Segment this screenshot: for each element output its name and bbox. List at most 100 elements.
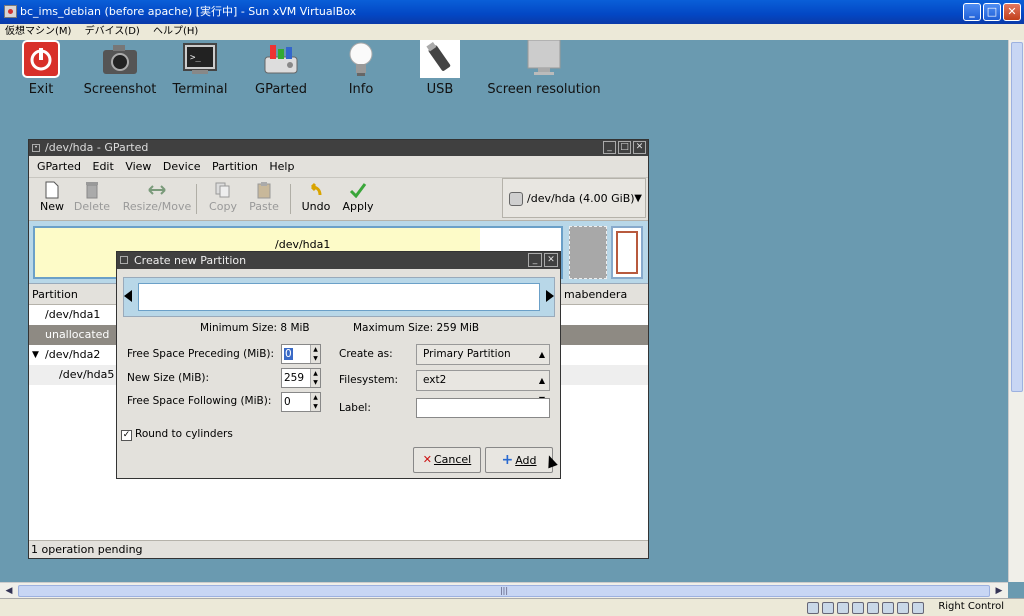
chevron-down-icon: ▼ <box>634 193 642 204</box>
column-flags[interactable]: mabendera <box>560 284 646 305</box>
maximum-size-label: Maximum Size: 259 MiB <box>353 322 480 334</box>
new-size-label: New Size (MiB): <box>127 372 210 384</box>
host-key-label: Right Control <box>938 601 1004 612</box>
spin-arrows-icon[interactable]: ▲ ▼ <box>310 345 320 363</box>
free-following-label: Free Space Following (MiB): <box>127 395 272 407</box>
menu-edit[interactable]: Edit <box>89 156 118 178</box>
menu-help-gparted[interactable]: Help <box>265 156 298 178</box>
free-preceding-label: Free Space Preceding (MiB): <box>127 348 275 360</box>
resize-icon <box>121 180 193 200</box>
expander-icon[interactable]: ▼ <box>32 345 39 365</box>
vbox-horizontal-scrollbar[interactable]: ◀ ||| ▶ <box>0 582 1008 598</box>
menu-view[interactable]: View <box>121 156 155 178</box>
partition-resizer-bar[interactable] <box>138 283 540 311</box>
dialog-close-button[interactable]: ✕ <box>544 253 558 267</box>
scroll-right-icon[interactable]: ▶ <box>992 585 1006 597</box>
gparted-toolbar: New Delete Resize/Move Copy Paste Undo A… <box>29 178 648 221</box>
window-menu-icon[interactable] <box>120 256 128 264</box>
gparted-minimize-button[interactable]: _ <box>603 141 616 154</box>
add-button[interactable]: + Add <box>485 447 553 473</box>
menu-devices[interactable]: デバイス(D) <box>80 24 145 40</box>
partition-block-extended[interactable] <box>611 226 643 279</box>
usb-icon <box>420 40 460 78</box>
paste-button[interactable]: Paste <box>241 180 287 213</box>
create-as-combo[interactable]: Primary Partition ▲▼ <box>416 344 550 378</box>
scroll-left-icon[interactable]: ◀ <box>2 585 16 597</box>
minimize-button[interactable]: _ <box>963 3 981 21</box>
terminal-icon: >_ <box>180 40 220 78</box>
vbox-vertical-scrollbar[interactable] <box>1008 40 1024 582</box>
close-button[interactable]: ✕ <box>1003 3 1021 21</box>
mouse-integration-icon[interactable] <box>897 602 909 614</box>
resize-right-handle-icon[interactable] <box>546 290 554 302</box>
filesystem-combo[interactable]: ext2 ▲▼ <box>416 370 550 404</box>
gparted-window-title: /dev/hda - GParted <box>45 141 149 154</box>
free-preceding-spinbutton[interactable]: 0 ▲ ▼ <box>281 344 321 364</box>
cancel-button[interactable]: ✕ Cancel <box>413 447 481 473</box>
spin-arrows-icon[interactable]: ▲ ▼ <box>310 393 320 411</box>
svg-text:>_: >_ <box>190 53 201 63</box>
desktop-icon-usb[interactable]: USB <box>417 40 463 97</box>
gparted-menubar: GParted Edit View Device Partition Help <box>29 156 648 178</box>
harddisk-status-icon[interactable] <box>807 602 819 614</box>
new-size-spinbutton[interactable]: 259 ▲ ▼ <box>281 368 321 388</box>
device-selector[interactable]: /dev/hda (4.00 GiB) ▼ <box>502 178 646 218</box>
menu-partition[interactable]: Partition <box>208 156 262 178</box>
desktop-icon-gparted[interactable]: GParted <box>248 40 314 97</box>
network-status-icon[interactable] <box>852 602 864 614</box>
cdrom-status-icon[interactable] <box>822 602 834 614</box>
gparted-icon <box>261 40 301 78</box>
delete-button[interactable]: Delete <box>69 180 115 213</box>
desktop-icon-screenshot[interactable]: Screenshot <box>80 40 160 97</box>
paste-icon <box>241 180 287 200</box>
label-label: Label: <box>339 402 371 414</box>
resize-left-handle-icon[interactable] <box>124 290 132 302</box>
free-following-spinbutton[interactable]: 0 ▲ ▼ <box>281 392 321 412</box>
column-partition[interactable]: Partition <box>32 284 78 305</box>
usb-status-icon[interactable] <box>867 602 879 614</box>
camera-icon <box>100 40 140 78</box>
gparted-close-button[interactable]: ✕ <box>633 141 646 154</box>
dialog-title: Create new Partition <box>134 254 247 267</box>
round-to-cylinders-checkbox[interactable]: ✓ <box>121 430 132 441</box>
menu-help[interactable]: ヘルプ(H) <box>148 24 203 40</box>
floppy-status-icon[interactable] <box>837 602 849 614</box>
filesystem-label: Filesystem: <box>339 374 399 386</box>
checkmark-icon <box>335 180 381 200</box>
undo-button[interactable]: Undo <box>293 180 339 213</box>
menu-device[interactable]: Device <box>159 156 205 178</box>
window-menu-icon[interactable]: • <box>32 144 40 152</box>
desktop-icon-info[interactable]: Info <box>336 40 386 97</box>
gparted-maximize-button[interactable]: □ <box>618 141 631 154</box>
create-partition-dialog: Create new Partition _ ✕ Minimum Size: 8… <box>116 251 561 479</box>
desktop-icon-exit[interactable]: Exit <box>16 40 66 97</box>
spin-arrows-icon[interactable]: ▲ ▼ <box>310 369 320 387</box>
desktop-icon-screen-resolution[interactable]: Screen resolution <box>478 40 610 97</box>
shared-folders-status-icon[interactable] <box>882 602 894 614</box>
virtualbox-icon <box>4 5 17 18</box>
gparted-title-bar: • /dev/hda - GParted _ □ ✕ <box>29 140 648 156</box>
plus-icon: + <box>501 452 514 468</box>
monitor-icon <box>524 40 564 78</box>
desktop-icon-terminal[interactable]: >_ Terminal <box>164 40 236 97</box>
dialog-minimize-button[interactable]: _ <box>528 253 542 267</box>
partition-resizer[interactable] <box>123 277 555 317</box>
minimum-size-label: Minimum Size: 8 MiB <box>200 322 310 334</box>
lightbulb-icon <box>341 40 381 78</box>
menu-machine[interactable]: 仮想マシン(M) <box>0 24 76 40</box>
vbox-window-title: bc_ims_debian (before apache) [実行中] - Su… <box>20 5 357 18</box>
label-input[interactable] <box>416 398 550 418</box>
undo-icon <box>293 180 339 200</box>
partition-block-unallocated[interactable] <box>569 226 607 279</box>
copy-button[interactable]: Copy <box>200 180 246 213</box>
harddisk-icon <box>509 192 523 206</box>
resize-move-button[interactable]: Resize/Move <box>121 180 193 213</box>
create-as-label: Create as: <box>339 348 393 360</box>
cancel-icon: ✕ <box>422 453 432 466</box>
keyboard-capture-icon[interactable] <box>912 602 924 614</box>
apply-button[interactable]: Apply <box>335 180 381 213</box>
menu-gparted[interactable]: GParted <box>33 156 85 178</box>
maximize-button[interactable]: □ <box>983 3 1001 21</box>
vbox-statusbar: Right Control <box>0 598 1024 616</box>
round-to-cylinders-label: Round to cylinders <box>135 428 233 440</box>
